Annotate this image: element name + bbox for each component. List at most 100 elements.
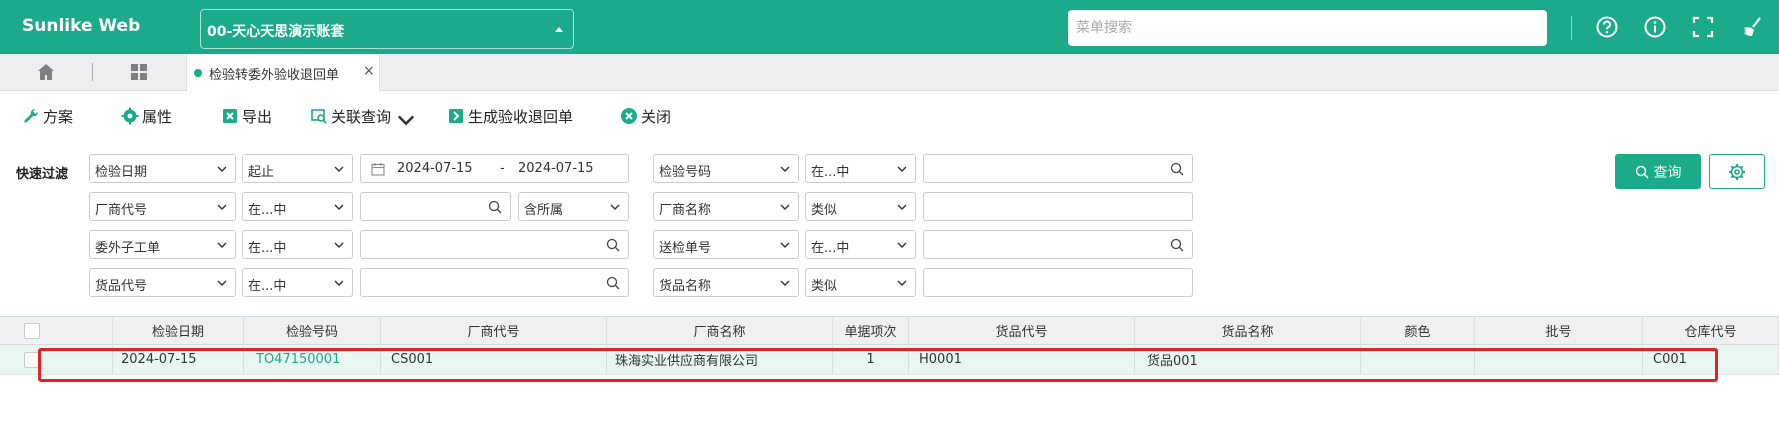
- search-icon[interactable]: [606, 238, 620, 252]
- scheme-button[interactable]: 方案: [22, 106, 73, 126]
- filter-field-select[interactable]: 检验号码: [653, 154, 799, 183]
- gear-icon: [1729, 163, 1745, 180]
- select-all-cell: [0, 317, 113, 344]
- table-row[interactable]: 2024-07-15 TO47150001 CS001 珠海实业供应商有限公司 …: [0, 345, 1779, 375]
- fullscreen-icon[interactable]: [1690, 14, 1716, 40]
- calendar-icon: [371, 162, 385, 176]
- column-header[interactable]: 颜色: [1361, 317, 1475, 344]
- row-checkbox[interactable]: [24, 351, 40, 368]
- cell-color: [1361, 345, 1475, 374]
- filter-settings-button[interactable]: [1709, 154, 1765, 189]
- column-header[interactable]: 检验号码: [244, 317, 381, 344]
- include-subordinate-select[interactable]: 含所属: [518, 192, 629, 221]
- subcontract-order-input[interactable]: [360, 230, 629, 259]
- item-name-input[interactable]: [923, 268, 1193, 297]
- filter-operator-select[interactable]: 在...中: [242, 192, 353, 221]
- close-button[interactable]: 关闭: [620, 106, 671, 126]
- cell-item-name: 货品001: [1135, 345, 1361, 374]
- cell-inspection-number-link[interactable]: TO47150001: [244, 345, 381, 374]
- inspection-request-input[interactable]: [923, 230, 1193, 259]
- filter-operator-select[interactable]: 在...中: [805, 154, 916, 183]
- cell-inspection-date: 2024-07-15: [113, 345, 244, 374]
- select-value: 类似: [811, 279, 838, 294]
- filter-operator-select[interactable]: 起止: [242, 154, 353, 183]
- date-to: 2024-07-15: [518, 161, 594, 176]
- tab-inspection-return[interactable]: 检验转委外验收退回单 ×: [186, 54, 380, 91]
- column-header[interactable]: 检验日期: [113, 317, 244, 344]
- info-icon[interactable]: [1642, 14, 1668, 40]
- chevron-down-icon: [897, 201, 907, 211]
- cell-item-code: H0001: [909, 345, 1135, 374]
- column-header[interactable]: 批号: [1475, 317, 1643, 344]
- cell-warehouse-code: C001: [1643, 345, 1779, 374]
- quick-filter-label: 快速过滤: [16, 167, 69, 182]
- brand-title: Sunlike Web: [22, 16, 141, 36]
- close-icon[interactable]: ×: [363, 63, 375, 79]
- select-value: 厂商名称: [659, 203, 712, 218]
- properties-button[interactable]: 属性: [121, 106, 172, 126]
- vendor-name-input[interactable]: [923, 192, 1193, 221]
- select-value: 委外子工单: [95, 241, 161, 256]
- search-icon[interactable]: [488, 200, 502, 214]
- chevron-down-icon: [334, 163, 344, 173]
- filter-operator-select[interactable]: 类似: [805, 192, 916, 221]
- gear-icon: [121, 107, 139, 125]
- chevron-down-icon: [780, 239, 790, 249]
- chevron-down-icon: [897, 239, 907, 249]
- filter-field-select[interactable]: 厂商代号: [89, 192, 236, 221]
- related-query-button[interactable]: 关联查询: [310, 106, 415, 126]
- filter-operator-select[interactable]: 在...中: [805, 230, 916, 259]
- menu-search-input[interactable]: [1068, 10, 1547, 46]
- filter-operator-select[interactable]: 在...中: [242, 230, 353, 259]
- column-header[interactable]: 货品名称: [1135, 317, 1361, 344]
- item-code-input[interactable]: [360, 268, 629, 297]
- export-button[interactable]: 导出: [221, 106, 272, 126]
- chevron-down-icon: [217, 163, 227, 173]
- select-value: 起止: [248, 165, 275, 180]
- help-circle-icon[interactable]: [1594, 14, 1620, 40]
- column-header[interactable]: 货品代号: [909, 317, 1135, 344]
- column-header[interactable]: 厂商代号: [381, 317, 607, 344]
- filter-field-select[interactable]: 送检单号: [653, 230, 799, 259]
- related-query-label: 关联查询: [331, 107, 392, 126]
- caret-up-icon: [555, 27, 563, 32]
- filter-field-select[interactable]: 检验日期: [89, 154, 236, 183]
- filter-field-select[interactable]: 货品代号: [89, 268, 236, 297]
- filter-operator-select[interactable]: 在...中: [242, 268, 353, 297]
- chevron-down-icon: [397, 111, 415, 126]
- filter-field-select[interactable]: 委外子工单: [89, 230, 236, 259]
- generate-icon: [447, 107, 465, 125]
- account-selector[interactable]: 00-天心天思演示账套: [200, 9, 574, 49]
- select-all-checkbox[interactable]: [24, 322, 40, 339]
- broom-icon[interactable]: [1739, 14, 1765, 40]
- search-icon: [1635, 165, 1648, 178]
- grid-apps-icon[interactable]: [129, 62, 149, 82]
- filter-field-select[interactable]: 货品名称: [653, 268, 799, 297]
- query-button[interactable]: 查询: [1615, 154, 1701, 189]
- chevron-down-icon: [780, 277, 790, 287]
- tab-strip: 检验转委外验收退回单 ×: [0, 54, 1779, 91]
- quick-filter-panel: 快速过滤 检验日期 起止 2024-07-15 - 2024-07-15 检验号…: [0, 136, 1779, 306]
- vendor-code-input[interactable]: [360, 192, 511, 221]
- inspection-number-input[interactable]: [923, 154, 1193, 183]
- row-select-cell: [0, 345, 113, 374]
- grid-header: 检验日期 检验号码 厂商代号 厂商名称 单据项次 货品代号 货品名称 颜色 批号…: [0, 316, 1779, 345]
- select-value: 检验号码: [659, 165, 712, 180]
- date-range-input[interactable]: 2024-07-15 - 2024-07-15: [360, 154, 629, 183]
- generate-return-button[interactable]: 生成验收退回单: [447, 106, 573, 126]
- filter-field-select[interactable]: 厂商名称: [653, 192, 799, 221]
- select-value: 含所属: [524, 203, 564, 218]
- select-value: 检验日期: [95, 165, 148, 180]
- search-icon[interactable]: [1170, 238, 1184, 252]
- column-header[interactable]: 仓库代号: [1643, 317, 1779, 344]
- column-header[interactable]: 单据项次: [833, 317, 909, 344]
- tab-divider: [92, 63, 93, 81]
- results-grid: 检验日期 检验号码 厂商代号 厂商名称 单据项次 货品代号 货品名称 颜色 批号…: [0, 316, 1779, 444]
- search-icon[interactable]: [606, 276, 620, 290]
- search-icon[interactable]: [1170, 162, 1184, 176]
- date-separator: -: [500, 161, 505, 176]
- column-header[interactable]: 厂商名称: [607, 317, 833, 344]
- scheme-label: 方案: [43, 107, 74, 126]
- filter-operator-select[interactable]: 类似: [805, 268, 916, 297]
- home-icon[interactable]: [36, 62, 56, 82]
